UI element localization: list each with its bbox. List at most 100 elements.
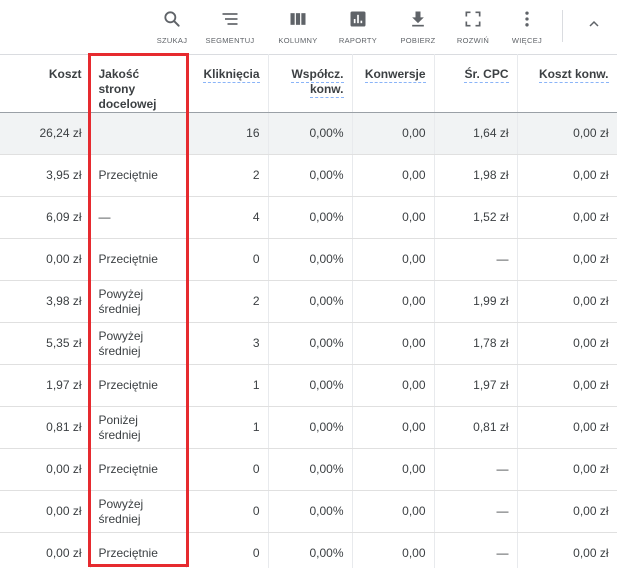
expand-label: ROZWIŃ — [456, 36, 490, 45]
cell-conversions: 0,00 — [352, 154, 435, 197]
cell-conv-rate: 0,00% — [268, 238, 353, 281]
total-cost: 26,24 zł — [0, 112, 91, 155]
more-button[interactable]: WIĘCEJ — [495, 8, 559, 48]
cell-cost-per-conv: 0,00 zł — [517, 364, 617, 407]
header-cost-per-conv[interactable]: Koszt konw. — [517, 54, 617, 113]
table-row[interactable]: 1,97 zł Przeciętnie 1 0,00% 0,00 1,97 zł 0,00 … — [0, 364, 617, 407]
total-avg-cpc: 1,64 zł — [434, 112, 518, 155]
cell-cost: 0,00 zł — [0, 448, 91, 491]
cell-conv-rate: 0,00% — [268, 154, 353, 197]
cell-landing-page-quality: Przeciętnie — [90, 532, 187, 568]
cell-clicks: 2 — [186, 280, 269, 323]
search-icon — [161, 8, 183, 30]
cell-conversions: 0,00 — [352, 280, 435, 323]
cell-conversions: 0,00 — [352, 406, 435, 449]
cell-landing-page-quality: Przeciętnie — [90, 154, 187, 197]
cell-landing-page-quality: Powyżej średniej — [90, 280, 187, 323]
cell-avg-cpc: 1,97 zł — [434, 364, 518, 407]
table-row[interactable]: 5,35 zł Powyżej średniej 3 0,00% 0,00 1,78 zł… — [0, 322, 617, 365]
segment-button[interactable]: SEGMENTUJ — [198, 8, 262, 48]
cell-avg-cpc: — — [434, 490, 518, 533]
expand-icon — [462, 8, 484, 30]
cell-clicks: 0 — [186, 238, 269, 281]
header-cost[interactable]: Koszt — [0, 54, 91, 113]
cell-cost: 1,97 zł — [0, 364, 91, 407]
cell-conv-rate: 0,00% — [268, 322, 353, 365]
table-toolbar: SZUKAJ SEGMENTUJ KOLUMNY RAPORTY POBIERZ… — [0, 0, 617, 54]
keywords-table: Koszt Jakość strony docelowej Kliknięcia… — [0, 54, 617, 568]
table-row[interactable]: 6,09 zł —4 0,00% 0,00 1,52 zł 0,00 zł — [0, 196, 617, 239]
search-label: SZUKAJ — [156, 36, 188, 45]
collapse-button[interactable] — [580, 14, 608, 38]
cell-conv-rate: 0,00% — [268, 406, 353, 449]
download-label: POBIERZ — [400, 36, 436, 45]
cell-conv-rate: 0,00% — [268, 364, 353, 407]
total-cost-per-conv: 0,00 zł — [517, 112, 617, 155]
total-row: 26,24 zł 16 0,00% 0,00 1,64 zł 0,00 zł — [0, 112, 617, 155]
cell-conv-rate: 0,00% — [268, 196, 353, 239]
segment-icon — [219, 8, 241, 30]
cell-clicks: 0 — [186, 490, 269, 533]
reports-icon — [347, 8, 369, 30]
table-row[interactable]: 0,81 zł Poniżej średniej 1 0,00% 0,00 0,81 zł… — [0, 406, 617, 449]
cell-cost-per-conv: 0,00 zł — [517, 196, 617, 239]
cell-conversions: 0,00 — [352, 448, 435, 491]
columns-button[interactable]: KOLUMNY — [266, 8, 330, 48]
table-row[interactable]: 3,95 zł Przeciętnie 2 0,00% 0,00 1,98 zł 0,00 … — [0, 154, 617, 197]
cell-avg-cpc: 1,98 zł — [434, 154, 518, 197]
cell-cost: 5,35 zł — [0, 322, 91, 365]
cell-cost: 0,00 zł — [0, 490, 91, 533]
cell-landing-page-quality: Powyżej średniej — [90, 322, 187, 365]
cell-clicks: 4 — [186, 196, 269, 239]
header-conversions[interactable]: Konwersje — [352, 54, 435, 113]
cell-clicks: 0 — [186, 532, 269, 568]
cell-cost-per-conv: 0,00 zł — [517, 322, 617, 365]
table-row[interactable]: 3,98 zł Powyżej średniej 2 0,00% 0,00 1,99 zł… — [0, 280, 617, 323]
table-row[interactable]: 0,00 zł Przeciętnie 0 0,00% 0,00—0,00 zł — [0, 238, 617, 281]
toolbar-divider — [562, 10, 563, 42]
cell-cost-per-conv: 0,00 zł — [517, 490, 617, 533]
more-vert-icon — [516, 8, 538, 30]
cell-landing-page-quality: Przeciętnie — [90, 448, 187, 491]
cell-clicks: 2 — [186, 154, 269, 197]
table-row[interactable]: 0,00 zł Przeciętnie 0 0,00% 0,00—0,00 zł — [0, 532, 617, 568]
cell-cost-per-conv: 0,00 zł — [517, 448, 617, 491]
cell-conversions: 0,00 — [352, 196, 435, 239]
cell-cost: 3,98 zł — [0, 280, 91, 323]
cell-cost: 6,09 zł — [0, 196, 91, 239]
cell-conversions: 0,00 — [352, 490, 435, 533]
cell-landing-page-quality: — — [90, 196, 187, 239]
cell-avg-cpc: 1,99 zł — [434, 280, 518, 323]
cell-avg-cpc: 0,81 zł — [434, 406, 518, 449]
header-avg-cpc[interactable]: Śr. CPC — [434, 54, 518, 113]
cell-conv-rate: 0,00% — [268, 490, 353, 533]
cell-avg-cpc: — — [434, 532, 518, 568]
cell-cost: 0,81 zł — [0, 406, 91, 449]
cell-conversions: 0,00 — [352, 238, 435, 281]
cell-cost: 3,95 zł — [0, 154, 91, 197]
cell-conv-rate: 0,00% — [268, 280, 353, 323]
cell-clicks: 1 — [186, 364, 269, 407]
download-icon — [407, 8, 429, 30]
cell-avg-cpc: — — [434, 238, 518, 281]
cell-avg-cpc: 1,78 zł — [434, 322, 518, 365]
header-conv-rate[interactable]: Współcz. konw. — [268, 54, 353, 113]
total-clicks: 16 — [186, 112, 269, 155]
cell-landing-page-quality: Przeciętnie — [90, 364, 187, 407]
cell-clicks: 3 — [186, 322, 269, 365]
reports-button[interactable]: RAPORTY — [326, 8, 390, 48]
cell-conv-rate: 0,00% — [268, 448, 353, 491]
chevron-up-icon — [586, 16, 602, 37]
cell-landing-page-quality: Powyżej średniej — [90, 490, 187, 533]
reports-label: RAPORTY — [338, 36, 378, 45]
header-landing-page-quality[interactable]: Jakość strony docelowej — [90, 54, 187, 113]
cell-landing-page-quality: Przeciętnie — [90, 238, 187, 281]
cell-clicks: 0 — [186, 448, 269, 491]
search-button[interactable]: SZUKAJ — [140, 8, 204, 48]
header-clicks[interactable]: Kliknięcia — [186, 54, 269, 113]
table-row[interactable]: 0,00 zł Powyżej średniej 0 0,00% 0,00—0,00 z… — [0, 490, 617, 533]
table-row[interactable]: 0,00 zł Przeciętnie 0 0,00% 0,00—0,00 zł — [0, 448, 617, 491]
cell-cost: 0,00 zł — [0, 238, 91, 281]
total-conv-rate: 0,00% — [268, 112, 353, 155]
cell-conversions: 0,00 — [352, 364, 435, 407]
